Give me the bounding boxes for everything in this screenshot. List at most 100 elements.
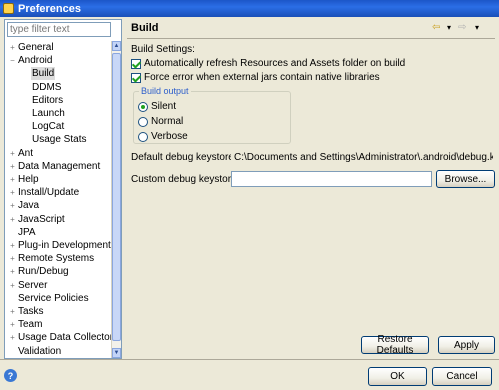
verbose-radio[interactable]: [138, 131, 148, 142]
restore-defaults-button[interactable]: Restore Defaults: [361, 334, 429, 356]
tree-item-usage-data-collector[interactable]: + Usage Data Collector: [8, 331, 111, 344]
custom-keystore-field[interactable]: [231, 171, 432, 187]
tree-item-label: Team: [18, 319, 43, 331]
tree-item-label: Android: [18, 55, 53, 67]
forward-arrow-icon[interactable]: ⇨: [458, 22, 466, 34]
tree-item-editors[interactable]: Editors: [22, 94, 64, 107]
normal-label: Normal: [151, 116, 184, 127]
tree-item-label: Java: [18, 200, 40, 212]
scrollbar-thumb[interactable]: [112, 53, 121, 341]
refresh-resources-label: Automatically refresh Resources and Asse…: [144, 58, 406, 69]
tree-item-label: Ant: [18, 147, 34, 159]
expand-icon[interactable]: +: [8, 252, 17, 265]
menu-icon[interactable]: ▾: [475, 22, 479, 34]
browse-button[interactable]: Browse...: [436, 170, 495, 188]
expand-icon[interactable]: +: [8, 239, 17, 252]
refresh-resources-checkbox-row[interactable]: Automatically refresh Resources and Asse…: [131, 57, 405, 70]
tree-item-logcat[interactable]: LogCat: [22, 120, 65, 133]
tree-item-javascript[interactable]: + JavaScript: [8, 213, 66, 226]
tree-item-label: Service Policies: [18, 292, 89, 304]
expand-icon[interactable]: +: [8, 213, 17, 226]
back-arrow-icon[interactable]: ⇦: [432, 22, 440, 34]
tree-item-label: Launch: [32, 108, 65, 119]
tree-item-ddms[interactable]: DDMS: [22, 81, 62, 94]
silent-radio[interactable]: [138, 101, 148, 112]
expand-icon[interactable]: +: [8, 173, 17, 186]
tree-item-service-policies[interactable]: Service Policies: [8, 292, 90, 305]
custom-keystore-label: Custom debug keystore:: [131, 174, 240, 185]
preference-tree: + General − Android Build DDMS Editors Launch Lo…: [5, 41, 111, 358]
tree-item-label: Usage Data Collector: [18, 332, 111, 344]
tree-item-label: Install/Update: [18, 187, 80, 199]
expand-icon[interactable]: +: [8, 199, 17, 212]
build-output-legend: Build output: [139, 86, 191, 96]
tree-item-build[interactable]: Build: [22, 67, 56, 81]
tree-item-label: JavaScript: [18, 213, 65, 225]
tree-item-jpa[interactable]: JPA: [8, 226, 37, 239]
expand-icon[interactable]: +: [8, 147, 17, 160]
tree-item-install-update[interactable]: + Install/Update: [8, 186, 80, 199]
tree-item-label: Server: [18, 279, 48, 291]
tree-item-java[interactable]: + Java: [8, 199, 40, 212]
expand-icon[interactable]: +: [8, 186, 17, 199]
tree-item-ant[interactable]: + Ant: [8, 147, 34, 160]
ok-button[interactable]: OK: [368, 367, 427, 386]
tree-item-label: Validation: [18, 345, 62, 357]
app-icon: [3, 3, 14, 14]
tree-item-data-management[interactable]: + Data Management: [8, 160, 101, 173]
tree-item-label: Tasks: [18, 306, 44, 317]
tree-item-usage-stats[interactable]: Usage Stats: [22, 133, 87, 146]
tree-item-label: LogCat: [32, 121, 65, 133]
verbose-radio-row[interactable]: Verbose: [138, 130, 188, 143]
scroll-up-arrow-icon[interactable]: ▲: [112, 41, 121, 51]
tree-item-label: DDMS: [32, 81, 62, 93]
scroll-down-arrow-icon[interactable]: ▼: [112, 348, 121, 358]
preference-tree-pane: +General−AndroidBuildDDMSEditorsLaunch Lo…: [4, 19, 122, 359]
expand-icon[interactable]: +: [8, 160, 17, 173]
dropdown-arrow-icon[interactable]: ▾: [447, 22, 451, 34]
tree-item-launch[interactable]: Launch: [22, 107, 66, 120]
page-title: Build: [131, 22, 159, 34]
tree-item-general[interactable]: + General: [8, 41, 55, 54]
tree-item-remote-systems[interactable]: + Remote Systems: [8, 252, 95, 265]
tree-item-label: Help: [18, 174, 39, 185]
silent-radio-row[interactable]: Silent: [138, 100, 176, 113]
page-header: Build ⇦ ▾ ⇨ ▾: [127, 19, 495, 39]
refresh-resources-checkbox[interactable]: [131, 58, 141, 69]
default-keystore-field[interactable]: [231, 149, 496, 165]
tree-item-android[interactable]: − Android: [8, 54, 53, 67]
tree-item-label: JPA: [18, 226, 36, 238]
window-title: Preferences: [18, 2, 81, 15]
force-error-checkbox[interactable]: [131, 72, 141, 83]
force-error-label: Force error when external jars contain n…: [144, 72, 380, 83]
tree-item-server[interactable]: + Server: [8, 279, 48, 292]
tree-item-label: Data Management: [18, 160, 101, 172]
cancel-button[interactable]: Cancel: [432, 367, 492, 386]
bottom-separator: [0, 359, 499, 360]
filter-input[interactable]: [7, 22, 111, 37]
tree-item-help[interactable]: + Help: [8, 173, 40, 186]
force-error-checkbox-row[interactable]: Force error when external jars contain n…: [131, 71, 380, 84]
tree-item-label: Remote Systems: [18, 253, 95, 265]
expand-icon[interactable]: +: [8, 318, 17, 331]
tree-item-label: Run/Debug: [18, 266, 69, 278]
collapse-icon[interactable]: −: [8, 54, 17, 67]
tree-item-label: Plug-in Development: [18, 240, 111, 251]
tree-item-plug-in-development[interactable]: + Plug-in Development: [8, 239, 111, 252]
normal-radio[interactable]: [138, 116, 148, 127]
expand-icon[interactable]: +: [8, 305, 17, 318]
expand-icon[interactable]: +: [8, 265, 17, 278]
tree-item-label: Usage Stats: [32, 134, 87, 146]
window-title-bar[interactable]: Preferences: [0, 0, 499, 17]
expand-icon[interactable]: +: [8, 331, 17, 344]
expand-icon[interactable]: +: [8, 279, 17, 292]
help-icon[interactable]: ?: [4, 369, 17, 382]
tree-item-team[interactable]: + Team: [8, 318, 43, 331]
tree-item-tasks[interactable]: + Tasks: [8, 305, 45, 318]
normal-radio-row[interactable]: Normal: [138, 115, 183, 128]
tree-item-validation[interactable]: Validation: [8, 345, 62, 358]
tree-scrollbar[interactable]: ▲ ▼: [111, 41, 121, 358]
apply-button[interactable]: Apply: [438, 336, 495, 354]
tree-item-run-debug[interactable]: + Run/Debug: [8, 265, 70, 278]
expand-icon[interactable]: +: [8, 41, 17, 54]
